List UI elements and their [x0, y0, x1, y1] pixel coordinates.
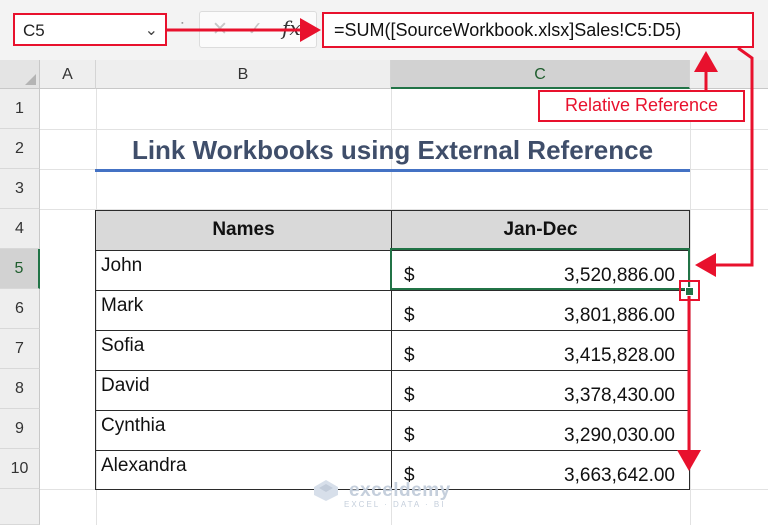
annotation-arrows: [167, 18, 754, 471]
watermark-tagline: EXCEL · DATA · BI: [344, 500, 446, 509]
exceldemy-logo-icon: [314, 480, 338, 501]
relative-reference-label: Relative Reference: [538, 90, 745, 122]
fill-handle-highlight: [679, 280, 700, 301]
